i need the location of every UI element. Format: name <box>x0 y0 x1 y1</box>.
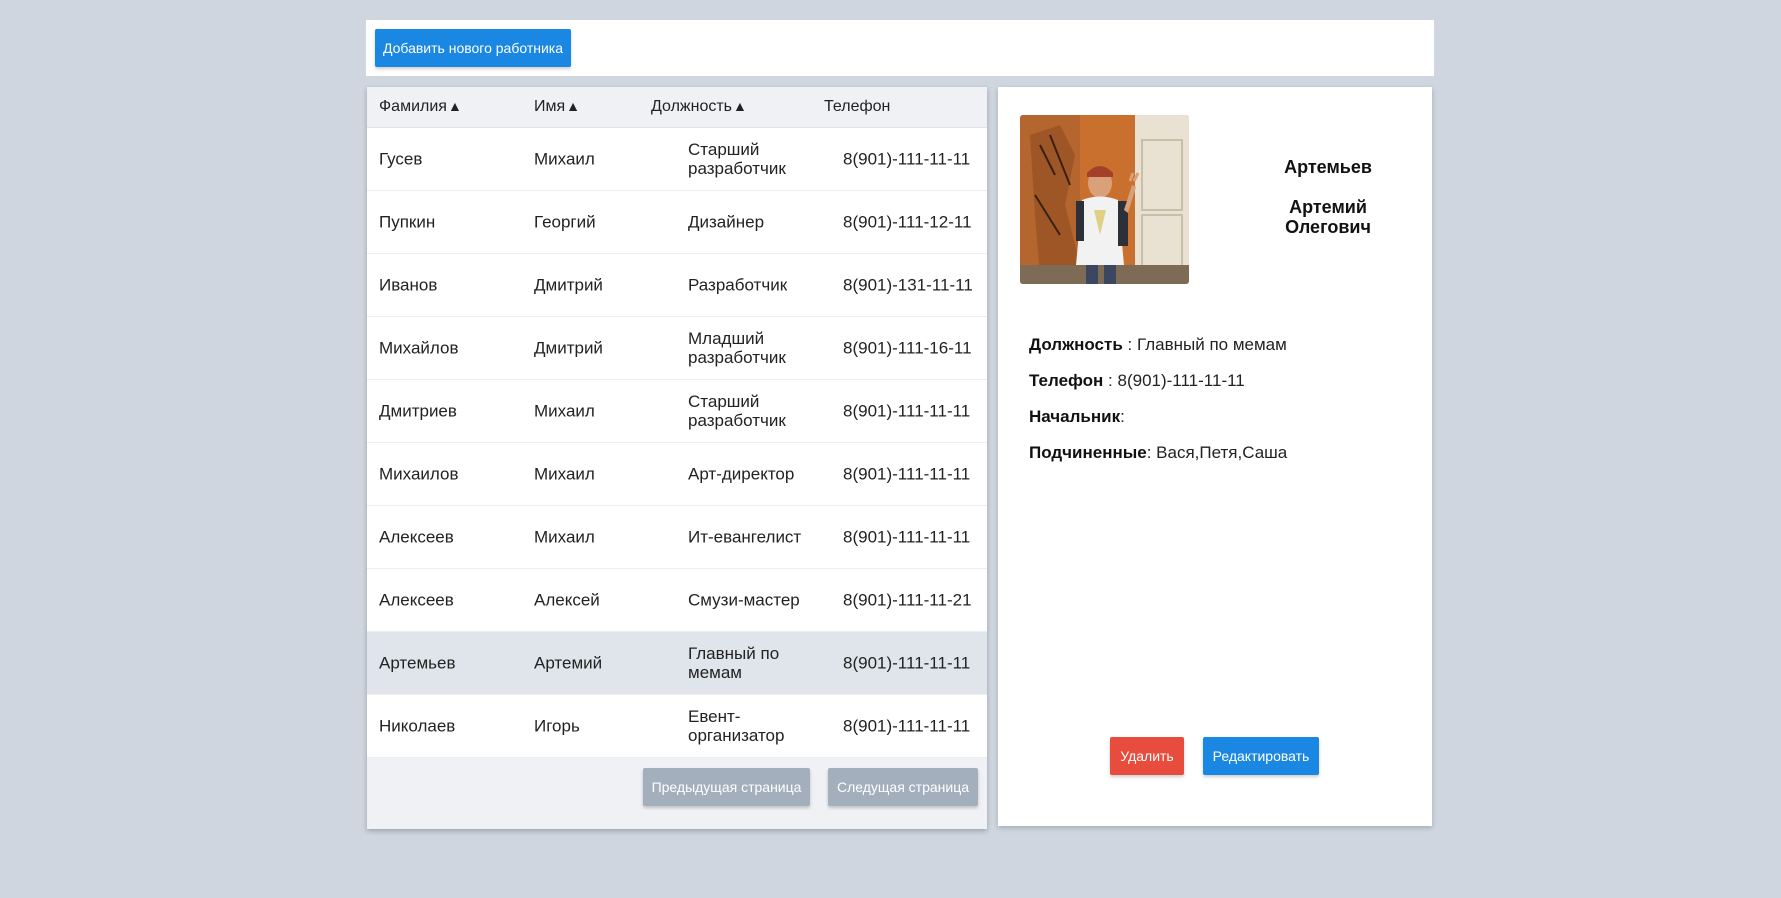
table-row[interactable]: Алексеев Михаил Ит-евангелист 8(901)-111-11… <box>367 506 987 569</box>
cell-position: Ит-евангелист <box>688 527 802 547</box>
info-position: Должность : Главный по мемам <box>1029 335 1287 355</box>
cell-last-name: Алексеев <box>379 590 454 610</box>
cell-first-name: Георгий <box>534 212 596 232</box>
cell-phone: 8(901)-111-12-11 <box>843 212 972 232</box>
employee-name: Артемьев Артемий Олегович <box>1228 157 1428 237</box>
cell-first-name: Михаил <box>534 149 595 169</box>
cell-phone: 8(901)-111-11-11 <box>843 464 971 484</box>
cell-last-name: Гусев <box>379 149 423 169</box>
cell-first-name: Михаил <box>534 401 595 421</box>
cell-position: Дизайнер <box>688 212 765 232</box>
employee-info: Должность : Главный по мемам Телефон : 8… <box>1029 335 1287 479</box>
info-boss-label: Начальник <box>1029 407 1121 426</box>
cell-position: Старший разработчик <box>688 392 786 430</box>
info-subordinates-label: Подчиненные <box>1029 443 1147 462</box>
info-position-label: Должность <box>1029 335 1123 354</box>
next-page-button[interactable]: Следущая страница <box>828 768 978 806</box>
cell-phone: 8(901)-111-11-11 <box>843 653 971 673</box>
cell-first-name: Дмитрий <box>534 338 603 358</box>
cell-phone: 8(901)-111-11-11 <box>843 401 971 421</box>
info-boss-value: : <box>1120 407 1125 426</box>
info-boss: Начальник: <box>1029 407 1287 427</box>
table-row[interactable]: Алексеев Алексей Смузи-мастер 8(901)-111-11… <box>367 569 987 632</box>
cell-last-name: Артемьев <box>379 653 456 673</box>
cell-phone: 8(901)-111-11-21 <box>843 590 972 610</box>
employee-surname: Артемьев <box>1284 157 1372 177</box>
table-row[interactable]: Пупкин Георгий Дизайнер 8(901)-111-12-11 <box>367 191 987 254</box>
delete-button[interactable]: Удалить <box>1110 737 1184 775</box>
table-row[interactable]: Михайлов Дмитрий Младший разработчик 8(901)… <box>367 317 987 380</box>
cell-last-name: Михайлов <box>379 338 459 358</box>
sort-arrow-icon: ▲ <box>566 98 581 114</box>
previous-page-button[interactable]: Предыдущая страница <box>643 768 810 806</box>
table-row[interactable]: Иванов Дмитрий Разработчик 8(901)-131-11-11 <box>367 254 987 317</box>
cell-position: Евент-организатор <box>688 707 785 745</box>
info-phone: Телефон : 8(901)-111-11-11 <box>1029 371 1287 391</box>
sort-arrow-icon: ▲ <box>447 98 462 114</box>
column-header-phone[interactable]: Телефон <box>824 98 890 116</box>
info-position-value: : Главный по мемам <box>1122 335 1287 354</box>
cell-phone: 8(901)-131-11-11 <box>843 275 973 295</box>
cell-position: Старший разработчик <box>688 140 786 178</box>
info-phone-label: Телефон <box>1029 371 1104 390</box>
column-header-label: Должность <box>651 98 732 115</box>
cell-first-name: Алексей <box>534 590 600 610</box>
employee-given-names: Артемий Олегович <box>1285 197 1371 237</box>
column-header-last-name[interactable]: Фамилия▲ <box>379 98 462 116</box>
cell-last-name: Алексеев <box>379 527 454 547</box>
cell-position: Арт-директор <box>688 464 795 484</box>
column-header-first-name[interactable]: Имя▲ <box>534 98 580 116</box>
cell-phone: 8(901)-111-11-11 <box>843 149 971 169</box>
cell-phone: 8(901)-111-11-11 <box>843 527 971 547</box>
column-header-label: Телефон <box>824 98 891 115</box>
edit-button[interactable]: Редактировать <box>1203 737 1319 775</box>
cell-position: Младший разработчик <box>688 329 786 367</box>
employee-photo-image <box>1020 115 1189 284</box>
table-row[interactable]: Гусев Михаил Старший разработчик 8(901)-111… <box>367 128 987 191</box>
cell-first-name: Артемий <box>534 653 603 673</box>
column-header-label: Имя <box>534 98 566 115</box>
add-employee-button[interactable]: Добавить нового работника <box>375 29 571 67</box>
column-header-position[interactable]: Должность▲ <box>651 98 747 116</box>
cell-first-name: Дмитрий <box>534 275 603 295</box>
table-header: Фамилия▲ Имя▲ Должность▲ Телефон <box>367 87 987 128</box>
pagination: Предыдущая страница Следущая страница <box>367 768 987 829</box>
cell-first-name: Михаил <box>534 464 595 484</box>
column-header-label: Фамилия <box>379 98 447 115</box>
cell-phone: 8(901)-111-11-11 <box>843 716 971 736</box>
employees-table: Фамилия▲ Имя▲ Должность▲ Телефон Гусев Ми… <box>367 87 987 829</box>
cell-last-name: Пупкин <box>379 212 436 232</box>
table-row[interactable]: Дмитриев Михаил Старший разработчик 8(901)-… <box>367 380 987 443</box>
cell-first-name: Михаил <box>534 527 595 547</box>
cell-phone: 8(901)-111-16-11 <box>843 338 972 358</box>
top-toolbar: Добавить нового работника <box>366 20 1434 76</box>
cell-last-name: Михаилов <box>379 464 459 484</box>
cell-last-name: Иванов <box>379 275 438 295</box>
cell-position: Разработчик <box>688 275 788 295</box>
cell-position: Смузи-мастер <box>688 590 800 610</box>
employee-photo <box>1020 115 1189 284</box>
employee-detail-card: Артемьев Артемий Олегович Должность : Гл… <box>998 87 1432 826</box>
cell-position: Главный по мемам <box>688 644 780 682</box>
info-subordinates: Подчиненные: Вася,Петя,Саша <box>1029 443 1287 463</box>
table-row[interactable]: Артемьев Артемий Главный по мемам 8(901)-11… <box>367 632 987 695</box>
cell-last-name: Дмитриев <box>379 401 457 421</box>
sort-arrow-icon: ▲ <box>733 98 747 114</box>
cell-last-name: Николаев <box>379 716 456 736</box>
cell-first-name: Игорь <box>534 716 580 736</box>
table-row[interactable]: Николаев Игорь Евент-организатор 8(901)-111… <box>367 695 987 758</box>
table-body: Гусев Михаил Старший разработчик 8(901)-111… <box>367 128 987 758</box>
info-phone-value: : 8(901)-111-11-11 <box>1103 371 1245 390</box>
table-row[interactable]: Михаилов Михаил Арт-директор 8(901)-111-11-… <box>367 443 987 506</box>
info-subordinates-value: : Вася,Петя,Саша <box>1146 443 1288 462</box>
